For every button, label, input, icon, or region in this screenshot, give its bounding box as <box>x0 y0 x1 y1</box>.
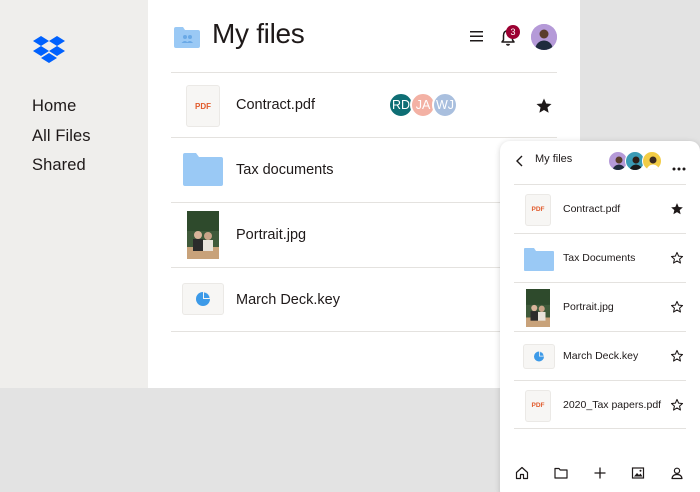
avatar[interactable] <box>642 151 662 171</box>
star-outline-icon[interactable] <box>670 349 684 363</box>
dropbox-logo-icon[interactable] <box>33 35 65 63</box>
star-filled-icon[interactable] <box>670 202 684 216</box>
page-title: My files <box>212 18 305 49</box>
pdf-icon: PDF <box>526 195 550 225</box>
mobile-file-row[interactable]: PDF Contract.pdf <box>514 184 686 233</box>
avatar[interactable] <box>531 24 557 50</box>
file-name[interactable]: Tax documents <box>236 162 334 178</box>
menu-icon[interactable] <box>469 28 485 44</box>
sidebar-item-all-files[interactable]: All Files <box>32 126 91 156</box>
home-icon[interactable] <box>515 466 529 480</box>
account-icon[interactable] <box>670 466 684 480</box>
mobile-file-row[interactable]: Portrait.jpg <box>514 282 686 331</box>
mobile-file-row[interactable]: PDF 2020_Tax papers.pdf <box>514 380 686 429</box>
file-name[interactable]: March Deck.key <box>563 350 638 362</box>
collaborator-avatar[interactable]: WJ <box>432 92 458 118</box>
more-icon[interactable] <box>672 158 686 171</box>
file-row-contract[interactable]: PDF Contract.pdf RD JA WJ <box>171 72 557 137</box>
folder-icon[interactable] <box>554 466 568 480</box>
sidebar-item-home[interactable]: Home <box>32 96 91 126</box>
image-thumbnail-icon <box>526 289 550 327</box>
folder-icon <box>174 26 200 48</box>
pdf-icon: PDF <box>187 86 219 126</box>
mobile-panel: My files PDF Contract.pdf Tax Documents <box>500 141 700 492</box>
plus-icon[interactable] <box>593 466 607 480</box>
sidebar-item-shared[interactable]: Shared <box>32 155 91 185</box>
image-thumbnail-icon <box>187 211 219 259</box>
back-chevron-icon[interactable] <box>515 154 525 167</box>
mobile-title: My files <box>535 153 573 165</box>
mobile-tab-bar <box>500 451 700 492</box>
file-name[interactable]: March Deck.key <box>236 292 340 308</box>
folder-icon <box>524 247 554 271</box>
star-filled-icon[interactable] <box>535 97 553 115</box>
keynote-icon <box>524 345 554 368</box>
photos-icon[interactable] <box>631 466 645 480</box>
sidebar-nav: Home All Files Shared <box>32 96 91 185</box>
mobile-file-row[interactable]: Tax Documents <box>514 233 686 282</box>
pdf-type-label: PDF <box>195 102 211 111</box>
pdf-icon: PDF <box>526 391 550 421</box>
keynote-icon <box>183 284 223 314</box>
file-name[interactable]: Contract.pdf <box>236 97 315 113</box>
pdf-type-label: PDF <box>531 402 545 409</box>
file-name[interactable]: Tax Documents <box>563 252 635 264</box>
star-outline-icon[interactable] <box>670 300 684 314</box>
file-name[interactable]: Portrait.jpg <box>563 301 614 313</box>
pdf-type-label: PDF <box>531 206 545 213</box>
file-name[interactable]: Contract.pdf <box>563 203 620 215</box>
star-outline-icon[interactable] <box>670 398 684 412</box>
star-outline-icon[interactable] <box>670 251 684 265</box>
main-header: My files 3 <box>148 0 580 74</box>
mobile-file-row[interactable]: March Deck.key <box>514 331 686 380</box>
file-name[interactable]: 2020_Tax papers.pdf <box>563 399 661 411</box>
notification-badge: 3 <box>506 25 520 39</box>
file-name[interactable]: Portrait.jpg <box>236 227 306 243</box>
folder-icon <box>183 152 223 186</box>
